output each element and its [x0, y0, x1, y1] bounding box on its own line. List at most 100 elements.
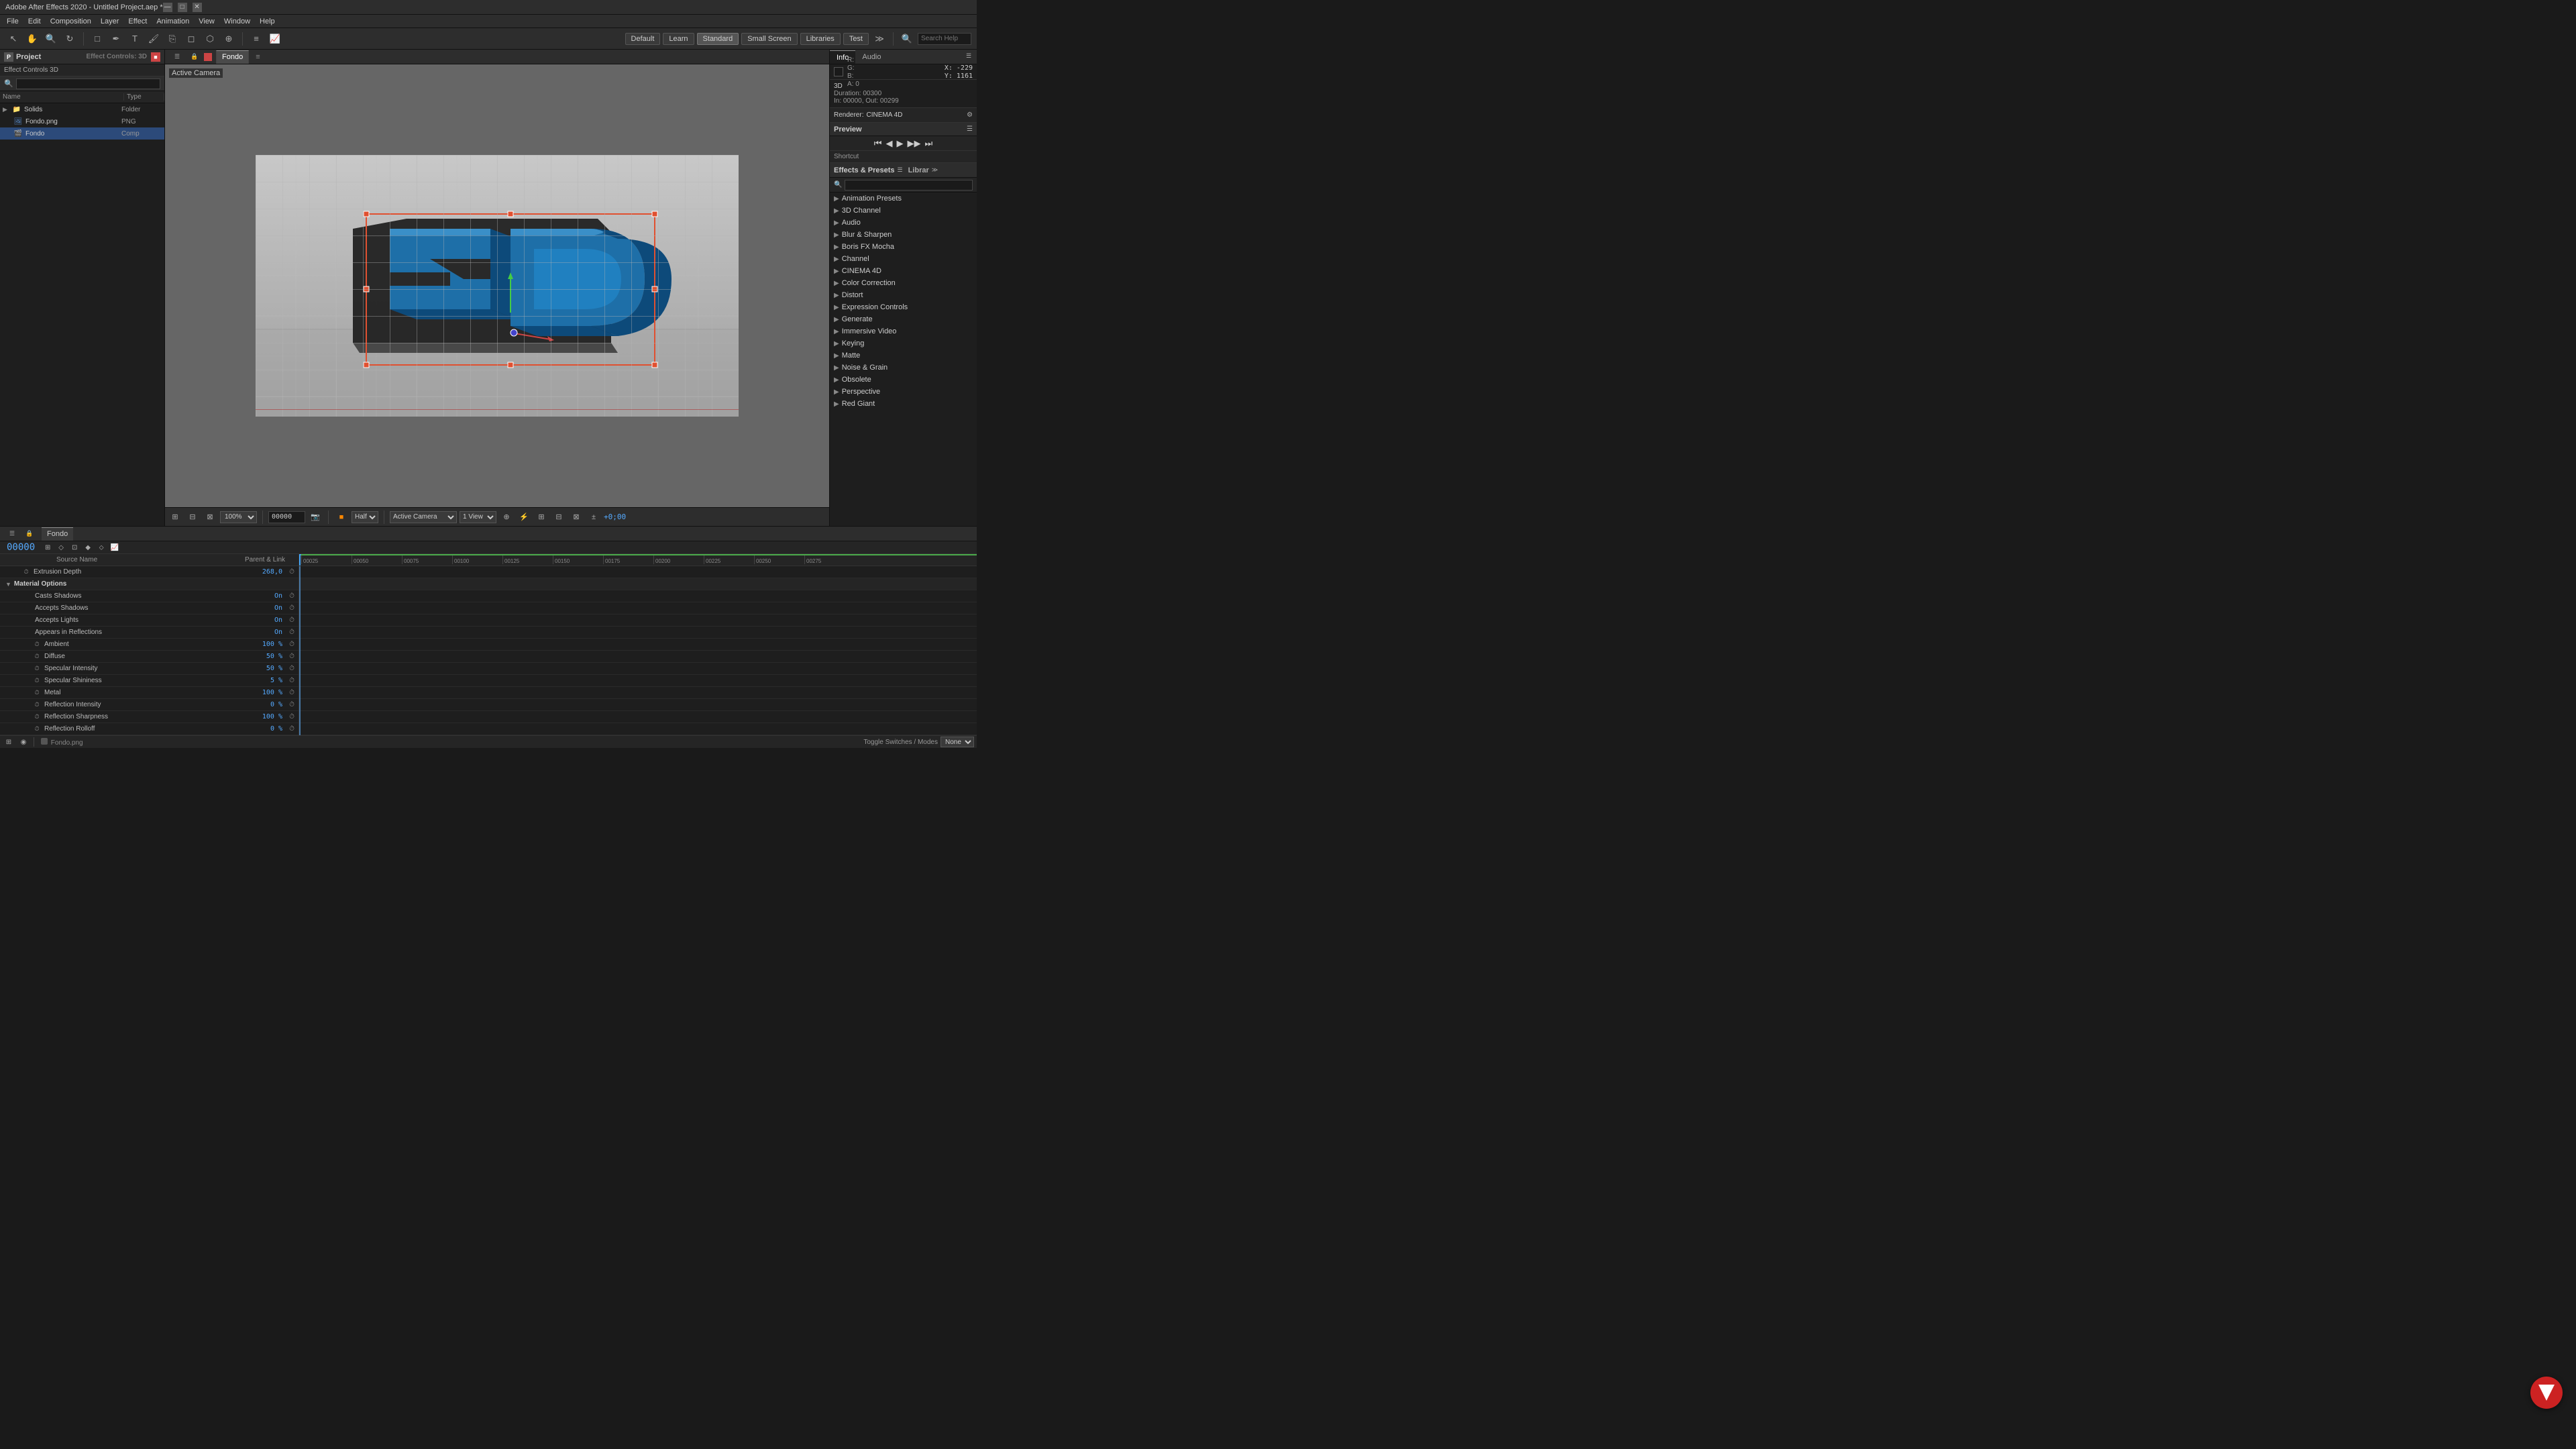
stopwatch-refl-sharp[interactable]: ⏱ [32, 712, 42, 722]
clone-tool[interactable]: ⎘ [164, 31, 180, 47]
prop-row-reflection-intensity[interactable]: ⏱ Reflection Intensity 0 % ⏱ [0, 699, 299, 711]
tl-bottom-new-comp[interactable]: ⊞ [3, 736, 15, 748]
eraser-tool[interactable]: ◻ [183, 31, 199, 47]
anima-logo-button[interactable] [2530, 1377, 2563, 1409]
camera-rotate-tool[interactable]: ↻ [62, 31, 78, 47]
paint-tool[interactable]: 🖌 [146, 31, 162, 47]
zoom-tool[interactable]: 🔍 [43, 31, 59, 47]
workspace-small-screen[interactable]: Small Screen [741, 33, 797, 45]
stopwatch-extrusion[interactable]: ⏱ [21, 568, 31, 577]
transparency-btn[interactable]: ■ [334, 511, 349, 524]
search-help-btn[interactable]: 🔍 [899, 31, 915, 47]
menu-layer[interactable]: Layer [97, 15, 123, 28]
tl-bottom-solo[interactable]: ◉ [17, 736, 30, 748]
flowchart-btn[interactable]: ⊟ [551, 511, 566, 524]
prop-row-reflection-rolloff[interactable]: ⏱ Reflection Rolloff 0 % ⏱ [0, 723, 299, 735]
workspace-libraries[interactable]: Libraries [800, 33, 841, 45]
always-preview-btn[interactable]: ⊞ [168, 511, 182, 524]
prop-row-reflection-sharpness[interactable]: ⏱ Reflection Sharpness 100 % ⏱ [0, 711, 299, 723]
comp-lock-btn[interactable]: 🔒 [186, 49, 203, 65]
prop-val-casts-shadows[interactable]: On [231, 592, 285, 600]
viewer-grid-btn[interactable]: ⊟ [185, 511, 200, 524]
pen-tool[interactable]: ✒ [108, 31, 124, 47]
prop-val-appears-reflections[interactable]: On [231, 629, 285, 636]
effect-cat-matte[interactable]: ▶ Matte [830, 350, 977, 362]
workspace-more[interactable]: ≫ [871, 31, 888, 47]
prop-val-accepts-lights[interactable]: On [231, 616, 285, 624]
comp-tab-menu[interactable]: ≡ [256, 53, 260, 61]
project-search-input[interactable] [16, 78, 160, 89]
prop-val-ambient[interactable]: 100 % [231, 641, 285, 648]
effect-cat-color[interactable]: ▶ Color Correction [830, 277, 977, 289]
panel-menu-btn[interactable]: ☰ [961, 48, 977, 64]
effect-cat-generate[interactable]: ▶ Generate [830, 313, 977, 325]
menu-animation[interactable]: Animation [152, 15, 193, 28]
prop-row-specular-shininess[interactable]: ⏱ Specular Shininess 5 % ⏱ [0, 675, 299, 687]
timeline-menu-btn[interactable]: ☰ [4, 526, 20, 542]
effect-cat-blur[interactable]: ▶ Blur & Sharpen [830, 229, 977, 241]
prop-row-ambient[interactable]: ⏱ Ambient 100 % ⏱ [0, 639, 299, 651]
menu-composition[interactable]: Composition [46, 15, 95, 28]
workspace-test[interactable]: Test [843, 33, 869, 45]
effects-search-input[interactable] [845, 180, 973, 191]
play-pause-btn[interactable]: ▶ [897, 138, 904, 149]
prop-val-refl-int[interactable]: 0 % [231, 701, 285, 708]
effect-cat-boris[interactable]: ▶ Boris FX Mocha [830, 241, 977, 253]
menu-effect[interactable]: Effect [124, 15, 151, 28]
effect-cat-3d[interactable]: ▶ 3D Channel [830, 205, 977, 217]
prop-row-casts-shadows[interactable]: Casts Shadows On ⏱ [0, 590, 299, 602]
preview-menu-btn[interactable]: ☰ [967, 125, 973, 133]
search-help-input[interactable] [918, 33, 971, 45]
mode-select[interactable]: None [941, 737, 974, 747]
project-item-fondo-comp[interactable]: 🎬 Fondo Comp [0, 127, 164, 140]
prop-val-refl-sharp[interactable]: 100 % [231, 713, 285, 720]
toggle-switches-label[interactable]: Toggle Switches / Modes [863, 739, 938, 746]
workspace-default[interactable]: Default [625, 33, 661, 45]
tl-snap-btn[interactable]: ⊞ [42, 541, 54, 553]
tl-work-area-btn[interactable]: ⊡ [68, 541, 80, 553]
region-interest-btn[interactable]: ⊠ [203, 511, 217, 524]
comp-tab-fondo[interactable]: Fondo [216, 50, 249, 64]
menu-view[interactable]: View [195, 15, 219, 28]
prop-val-spec-int[interactable]: 50 % [231, 665, 285, 672]
roto-tool[interactable]: ⬡ [202, 31, 218, 47]
zoom-select[interactable]: 100% [220, 511, 257, 523]
maximize-button[interactable]: □ [178, 3, 187, 12]
go-to-end-btn[interactable]: ▶▶ [908, 138, 921, 149]
workspace-learn[interactable]: Learn [663, 33, 694, 45]
time-code-display[interactable]: 00000 [3, 542, 39, 553]
next-frame-btn[interactable]: ⏭ [925, 138, 933, 149]
graph-tool[interactable]: 📈 [267, 31, 283, 47]
effect-cat-obsolete[interactable]: ▶ Obsolete [830, 374, 977, 386]
prop-row-diffuse[interactable]: ⏱ Diffuse 50 % ⏱ [0, 651, 299, 663]
prop-row-extrusion-depth[interactable]: ⏱ Extrusion Depth 268,0 ⏱ [0, 566, 299, 578]
quality-select[interactable]: Half [352, 511, 378, 523]
snapshot-btn[interactable]: 📷 [308, 511, 323, 524]
shape-tool[interactable]: □ [89, 31, 105, 47]
prop-row-specular-intensity[interactable]: ⏱ Specular Intensity 50 % ⏱ [0, 663, 299, 675]
go-to-start-btn[interactable]: ◀ [886, 138, 893, 149]
prop-val-diffuse[interactable]: 50 % [231, 653, 285, 660]
menu-file[interactable]: File [3, 15, 23, 28]
effect-cat-immersive[interactable]: ▶ Immersive Video [830, 325, 977, 337]
stopwatch-metal[interactable]: ⏱ [32, 688, 42, 698]
effect-cat-cinema4d[interactable]: ▶ CINEMA 4D [830, 265, 977, 277]
project-item-fondo-png[interactable]: 🖼 Fondo.png PNG [0, 115, 164, 127]
section-material-options[interactable]: ▼ Material Options [0, 578, 299, 590]
fast-preview-btn[interactable]: ⚡ [517, 511, 531, 524]
menu-help[interactable]: Help [256, 15, 279, 28]
stopwatch-ambient[interactable]: ⏱ [32, 640, 42, 649]
puppet-tool[interactable]: ⊕ [221, 31, 237, 47]
renderer-settings-btn[interactable]: ⚙ [967, 111, 973, 119]
menu-window[interactable]: Window [220, 15, 254, 28]
effect-cat-distort[interactable]: ▶ Distort [830, 289, 977, 301]
prop-val-spec-shin[interactable]: 5 % [231, 677, 285, 684]
stopwatch-refl-rolloff[interactable]: ⏱ [32, 724, 42, 734]
timeline-ruler[interactable]: 00025 00050 00075 00100 00125 00150 0017… [299, 554, 977, 566]
adjust-exposure-btn[interactable]: ± [586, 511, 601, 524]
timeline-btn[interactable]: ⊞ [534, 511, 549, 524]
prop-val-refl-rolloff[interactable]: 0 % [231, 725, 285, 733]
comp-menu-btn[interactable]: ☰ [169, 49, 185, 65]
time-display[interactable] [268, 511, 305, 523]
effects-menu-btn[interactable]: ☰ [898, 166, 903, 174]
